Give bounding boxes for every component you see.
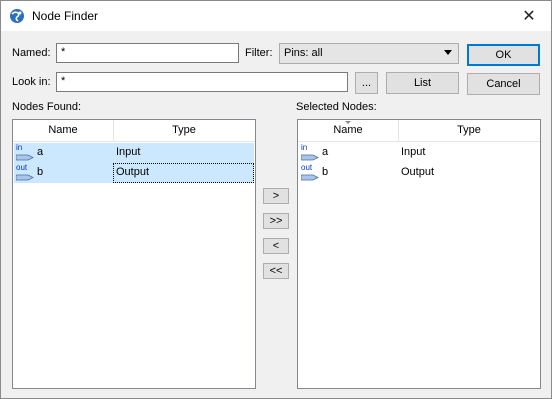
look-in-label: Look in:: [12, 76, 51, 88]
add-all-button[interactable]: >>: [263, 213, 289, 229]
nodes-found-label: Nodes Found:: [12, 101, 82, 113]
node-name: b: [37, 166, 44, 178]
node-type: Input: [401, 146, 426, 158]
input-pin-icon: in: [301, 143, 320, 162]
list-item[interactable]: out b Output: [299, 163, 539, 183]
filter-label: Filter:: [245, 47, 273, 59]
column-header-type[interactable]: Type: [114, 120, 254, 141]
focus-cell: [113, 163, 254, 183]
title-bar: Node Finder ✕: [1, 1, 551, 31]
selected-nodes-header: Name Type: [298, 120, 540, 142]
named-input-value: *: [61, 46, 66, 58]
globe-app-icon: [10, 9, 24, 23]
output-pin-icon: out: [301, 163, 320, 182]
node-name: b: [322, 166, 329, 178]
node-name: a: [322, 146, 329, 158]
nodes-found-list[interactable]: Name Type in a Input out b Output: [12, 119, 256, 389]
list-item[interactable]: in a Input: [299, 143, 539, 163]
output-pin-icon: out: [16, 163, 35, 182]
filter-select-value: Pins: all: [284, 47, 323, 59]
filter-select[interactable]: Pins: all: [279, 43, 459, 64]
node-name: a: [37, 146, 44, 158]
list-button[interactable]: List: [386, 72, 459, 94]
remove-all-button[interactable]: <<: [263, 263, 289, 279]
ok-button[interactable]: OK: [467, 44, 540, 66]
named-label: Named:: [12, 47, 51, 59]
look-in-input[interactable]: *: [56, 72, 348, 92]
cancel-button[interactable]: Cancel: [467, 73, 540, 95]
node-type: Input: [116, 146, 141, 158]
column-header-name[interactable]: Name: [13, 120, 113, 141]
add-button[interactable]: >: [263, 188, 289, 204]
nodes-found-header: Name Type: [13, 120, 255, 142]
node-type: Output: [401, 166, 435, 178]
node-finder-dialog: Node Finder ✕ Named: * Filter: Pins: all…: [0, 0, 552, 399]
named-input[interactable]: *: [56, 43, 239, 63]
list-item[interactable]: in a Input: [14, 143, 254, 163]
column-header-type[interactable]: Type: [399, 120, 539, 141]
remove-button[interactable]: <: [263, 238, 289, 254]
close-icon[interactable]: ✕: [507, 1, 551, 31]
column-header-name[interactable]: Name: [298, 120, 398, 141]
chevron-down-icon: [444, 50, 452, 55]
selected-nodes-label: Selected Nodes:: [296, 101, 377, 113]
input-pin-icon: in: [16, 143, 35, 162]
selected-nodes-list[interactable]: Name Type in a Input out b Output: [297, 119, 541, 389]
window-title: Node Finder: [32, 9, 99, 23]
look-in-input-value: *: [61, 75, 66, 87]
browse-button[interactable]: ...: [355, 72, 378, 94]
